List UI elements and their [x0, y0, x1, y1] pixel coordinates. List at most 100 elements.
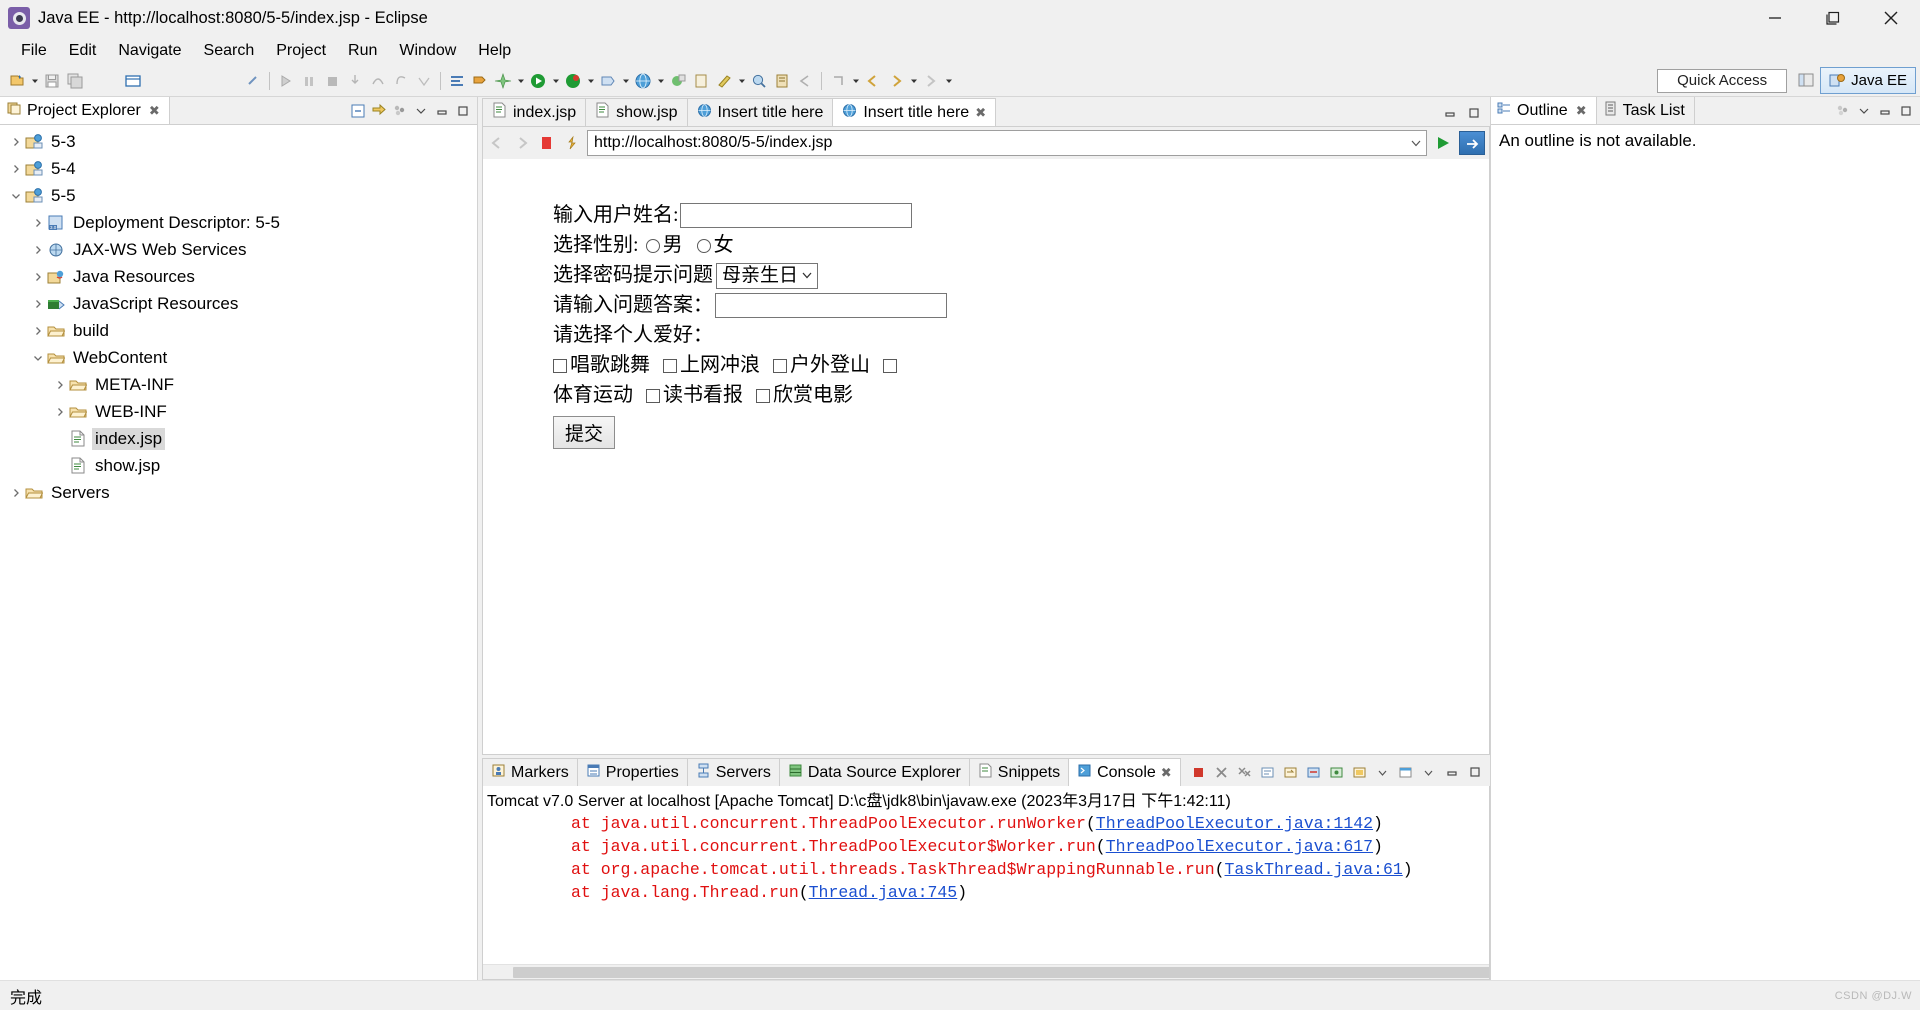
- console-source-link[interactable]: ThreadPoolExecutor.java:1142: [1096, 814, 1373, 833]
- collapse-all-icon[interactable]: [349, 102, 366, 119]
- password-question-select[interactable]: 母亲生日: [716, 262, 819, 289]
- go-play-icon[interactable]: [1432, 132, 1454, 154]
- save-all-icon[interactable]: [64, 70, 86, 92]
- chevron-right-icon[interactable]: [30, 269, 46, 285]
- tab-servers[interactable]: Servers: [686, 758, 780, 786]
- forward-arrow-icon[interactable]: [512, 133, 532, 153]
- minimize-view-icon[interactable]: [433, 102, 450, 119]
- console-horizontal-scrollbar[interactable]: [483, 964, 1489, 979]
- tab-snippets[interactable]: Snippets: [968, 758, 1070, 786]
- chevron-down-icon[interactable]: [8, 188, 24, 204]
- chevron-right-icon[interactable]: [30, 215, 46, 231]
- forward-history-icon[interactable]: [885, 70, 907, 92]
- console-source-link[interactable]: Thread.java:745: [809, 883, 958, 902]
- link-icon[interactable]: [242, 70, 264, 92]
- close-button[interactable]: [1862, 0, 1920, 37]
- run-dropdown-icon[interactable]: [550, 70, 561, 92]
- tree-item-jax-ws-web-services[interactable]: JAX-WS Web Services: [0, 236, 477, 263]
- chevron-right-icon[interactable]: [30, 242, 46, 258]
- forward-icon[interactable]: [920, 70, 942, 92]
- run-last-tool-icon[interactable]: [275, 70, 297, 92]
- step-into-icon[interactable]: [344, 70, 366, 92]
- step-over-icon[interactable]: [367, 70, 389, 92]
- tab-project-explorer[interactable]: Project Explorer ✖: [0, 97, 170, 124]
- pin-console-icon[interactable]: [1327, 763, 1346, 782]
- view-menu-icon[interactable]: [1419, 763, 1438, 782]
- hobby-checkbox-3[interactable]: 户外登山: [773, 351, 870, 380]
- tree-item-webcontent[interactable]: WebContent: [0, 344, 477, 371]
- back-arrow-icon[interactable]: [487, 133, 507, 153]
- open-external-browser-icon[interactable]: [1459, 131, 1485, 155]
- new-wizard-icon[interactable]: [6, 70, 28, 92]
- skip-breakpoints-icon[interactable]: [469, 70, 491, 92]
- hobby-checkbox-6[interactable]: 欣赏电影: [756, 381, 853, 410]
- chevron-right-icon[interactable]: [8, 161, 24, 177]
- menu-edit[interactable]: Edit: [58, 40, 108, 62]
- tab-markers[interactable]: Markers: [482, 758, 578, 786]
- editor-tab-browser-1[interactable]: Insert title here: [686, 98, 834, 126]
- menu-navigate[interactable]: Navigate: [107, 40, 192, 62]
- tree-item-show-jsp[interactable]: show.jsp: [0, 452, 477, 479]
- gender-radio-male[interactable]: 男: [645, 231, 683, 260]
- external-tools-dropdown-icon[interactable]: [620, 70, 631, 92]
- display-selected-console-icon[interactable]: [1350, 763, 1369, 782]
- view-menu-icon[interactable]: [1855, 102, 1872, 119]
- maximize-icon[interactable]: [1465, 104, 1482, 121]
- open-type-icon[interactable]: [690, 70, 712, 92]
- menu-run[interactable]: Run: [337, 40, 388, 62]
- menu-project[interactable]: Project: [265, 40, 337, 62]
- menu-help[interactable]: Help: [467, 40, 522, 62]
- new-server-icon[interactable]: [667, 70, 689, 92]
- maximize-icon[interactable]: [1897, 102, 1914, 119]
- perspective-java-ee[interactable]: Java EE: [1820, 67, 1916, 94]
- terminate-icon[interactable]: [1189, 763, 1208, 782]
- close-icon[interactable]: ✖: [975, 105, 986, 121]
- chevron-right-icon[interactable]: [30, 296, 46, 312]
- close-icon[interactable]: ✖: [1576, 103, 1587, 119]
- drop-to-frame-icon[interactable]: [413, 70, 435, 92]
- open-console-icon[interactable]: [1396, 763, 1415, 782]
- close-icon[interactable]: ✖: [149, 103, 160, 119]
- quick-access-input[interactable]: Quick Access: [1657, 68, 1788, 93]
- chevron-right-icon[interactable]: [52, 377, 68, 393]
- tree-item-meta-inf[interactable]: META-INF: [0, 371, 477, 398]
- step-return-icon[interactable]: [390, 70, 412, 92]
- maximize-view-icon[interactable]: [454, 102, 471, 119]
- hobby-checkbox-1[interactable]: 唱歌跳舞: [553, 351, 650, 380]
- tree-item-javascript-resources[interactable]: JavaScript Resources: [0, 290, 477, 317]
- forward-dropdown-icon[interactable]: [943, 70, 954, 92]
- close-icon[interactable]: ✖: [1161, 765, 1172, 781]
- username-input[interactable]: [679, 203, 912, 228]
- editor-tab-index-jsp[interactable]: index.jsp: [482, 98, 587, 126]
- stop-icon[interactable]: [537, 133, 557, 153]
- chevron-down-icon[interactable]: [1410, 131, 1422, 155]
- menu-window[interactable]: Window: [388, 40, 467, 62]
- scroll-lock-icon[interactable]: [1258, 763, 1277, 782]
- tree-item-index-jsp[interactable]: index.jsp: [0, 425, 477, 452]
- remove-launch-icon[interactable]: [1212, 763, 1231, 782]
- tab-outline[interactable]: Outline ✖: [1491, 97, 1597, 124]
- next-annotation-icon[interactable]: [446, 70, 468, 92]
- word-wrap-icon[interactable]: [1281, 763, 1300, 782]
- web-browser-dropdown-icon[interactable]: [655, 70, 666, 92]
- console-source-link[interactable]: ThreadPoolExecutor.java:617: [1106, 837, 1373, 856]
- search-icon[interactable]: [748, 70, 770, 92]
- editor-tab-browser-2[interactable]: Insert title here ✖: [832, 98, 997, 126]
- menu-file[interactable]: File: [10, 40, 58, 62]
- chevron-down-icon[interactable]: [1373, 763, 1392, 782]
- scrollbar-thumb[interactable]: [513, 967, 1489, 978]
- project-tree[interactable]: 5-3 5-4 5-5 3.0 Deployment Descriptor: 5-5 JA…: [0, 125, 477, 980]
- editor-tab-show-jsp[interactable]: show.jsp: [585, 98, 688, 126]
- tree-item-web-inf[interactable]: WEB-INF: [0, 398, 477, 425]
- chevron-right-icon[interactable]: [8, 134, 24, 150]
- debug-icon[interactable]: [562, 70, 584, 92]
- tab-properties[interactable]: Properties: [576, 758, 688, 786]
- annotation-dropdown-icon[interactable]: [736, 70, 747, 92]
- tab-console[interactable]: Console ✖: [1068, 758, 1181, 786]
- tree-item-5-5[interactable]: 5-5: [0, 182, 477, 209]
- back-icon[interactable]: [862, 70, 884, 92]
- tree-item-deployment-descriptor-5-5[interactable]: 3.0 Deployment Descriptor: 5-5: [0, 209, 477, 236]
- hobby-checkbox-5[interactable]: 读书看报: [646, 381, 743, 410]
- previous-edit-icon[interactable]: [794, 70, 816, 92]
- chevron-right-icon[interactable]: [30, 323, 46, 339]
